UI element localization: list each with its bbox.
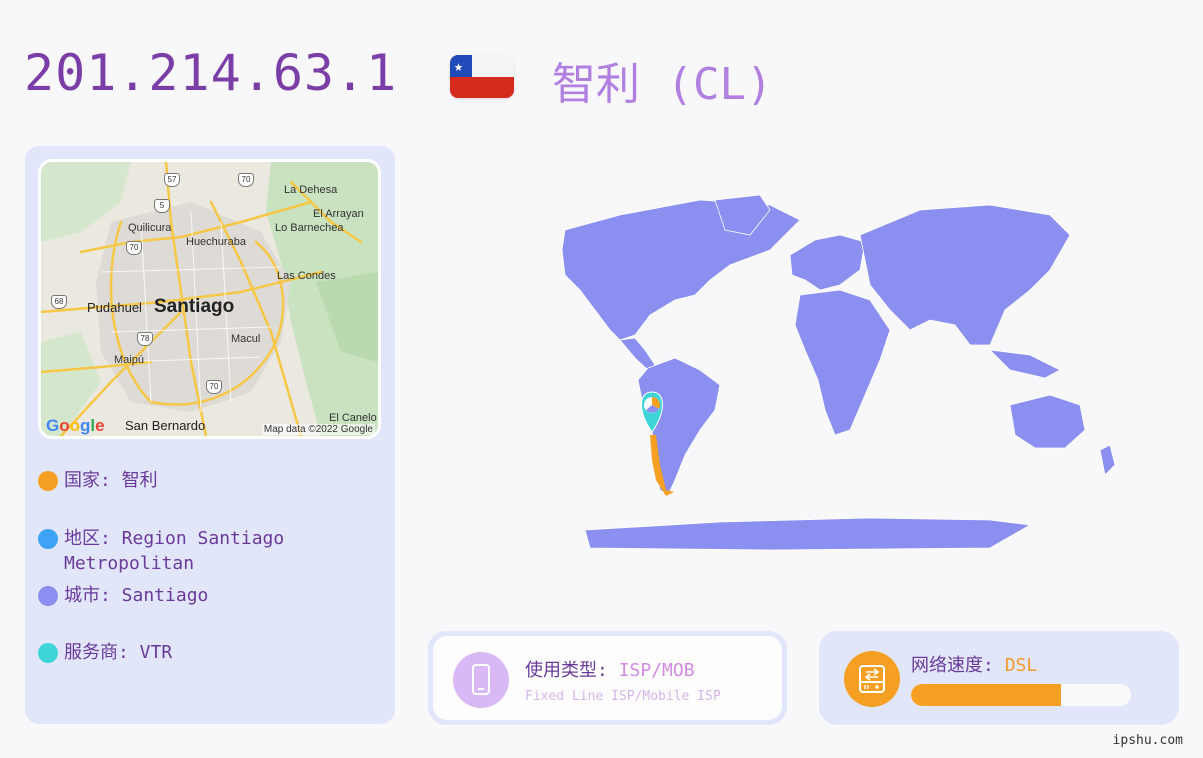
- map-label-macul: Macul: [231, 333, 261, 345]
- map-label-huechuraba: Huechuraba: [186, 236, 246, 248]
- site-watermark: ipshu.com: [1112, 733, 1183, 748]
- info-city: 城市: Santiago: [38, 583, 358, 608]
- ip-address: 201.214.63.1: [24, 44, 398, 102]
- speed-bar-fill: [911, 684, 1061, 706]
- info-city-text: 城市: Santiago: [64, 585, 209, 606]
- usage-type-card: 使用类型: ISP/MOB Fixed Line ISP/Mobile ISP: [428, 631, 787, 725]
- route-shield-5: 5: [154, 199, 170, 213]
- google-logo[interactable]: Google: [46, 416, 105, 436]
- isp-dot-icon: [38, 643, 58, 663]
- route-shield-68: 68: [51, 295, 67, 309]
- map-label-san-bernardo: San Bernardo: [125, 418, 206, 433]
- map-label-lo-barnechea: Lo Barnechea: [275, 222, 344, 234]
- map-label-la-dehesa: La Dehesa: [284, 184, 338, 196]
- chile-flag-icon: ★: [450, 55, 514, 98]
- region-dot-icon: [38, 529, 58, 549]
- info-region-text: 地区: Region Santiago Metropolitan: [64, 528, 285, 574]
- route-shield-70: 70: [206, 380, 222, 394]
- info-isp: 服务商: VTR: [38, 640, 358, 665]
- network-drive-icon: [844, 651, 900, 707]
- info-country-text: 国家: 智利: [64, 470, 158, 491]
- location-map[interactable]: La Dehesa El Arrayan Lo Barnechea Quilic…: [38, 159, 381, 439]
- city-dot-icon: [38, 586, 58, 606]
- info-country: 国家: 智利: [38, 468, 358, 493]
- country-dot-icon: [38, 471, 58, 491]
- route-shield-70: 70: [238, 173, 254, 187]
- network-speed-title: 网络速度: DSL: [911, 655, 1038, 676]
- map-label-el-arrayan: El Arrayan: [313, 208, 364, 220]
- map-label-quilicura: Quilicura: [128, 222, 172, 234]
- map-label-el-canelo: El Canelo: [329, 412, 377, 424]
- route-shield-57: 57: [164, 173, 180, 187]
- map-label-santiago: Santiago: [154, 296, 235, 317]
- map-label-maipu: Maipú: [114, 354, 144, 366]
- mobile-phone-icon: [453, 652, 509, 708]
- map-attribution[interactable]: Map data ©2022 Google: [261, 424, 375, 435]
- speed-bar-track: [911, 684, 1131, 706]
- info-isp-text: 服务商: VTR: [64, 642, 173, 663]
- world-map: [561, 194, 1116, 551]
- map-label-las-condes: Las Condes: [277, 270, 336, 282]
- map-label-pudahuel: Pudahuel: [87, 300, 142, 315]
- network-speed-card: 网络速度: DSL: [819, 631, 1179, 725]
- usage-type-title: 使用类型: ISP/MOB: [525, 660, 695, 681]
- country-title: 智利 (CL): [552, 59, 773, 110]
- location-card: La Dehesa El Arrayan Lo Barnechea Quilic…: [25, 146, 395, 724]
- usage-type-subtitle: Fixed Line ISP/Mobile ISP: [525, 689, 721, 704]
- route-shield-78: 78: [137, 332, 153, 346]
- route-shield-70: 70: [126, 241, 142, 255]
- info-region: 地区: Region Santiago Metropolitan: [38, 526, 358, 576]
